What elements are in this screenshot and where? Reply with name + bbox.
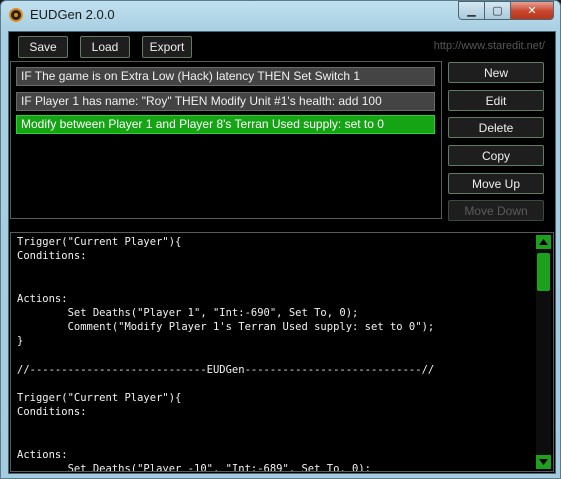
export-button[interactable]: Export	[142, 36, 192, 58]
code-line: Conditions:	[17, 406, 87, 419]
minimize-button[interactable]: ▁	[458, 1, 485, 20]
website-url[interactable]: http://www.staredit.net/	[434, 40, 545, 52]
code-line: Trigger("Current Player"){	[17, 392, 182, 405]
list-item[interactable]: IF The game is on Extra Low (Hack) laten…	[16, 67, 435, 86]
trigger-list[interactable]: IF The game is on Extra Low (Hack) laten…	[10, 61, 442, 219]
code-line: //----------------------------EUDGen----…	[17, 363, 435, 376]
copy-button[interactable]: Copy	[448, 145, 544, 166]
edit-button[interactable]: Edit	[448, 90, 544, 111]
code-line: }	[17, 335, 24, 348]
window-controls: ▁ ▢ ✕	[458, 1, 554, 21]
move-up-button[interactable]: Move Up	[448, 173, 544, 194]
code-line: Set Deaths("Player 1", "Int:-690", Set T…	[17, 306, 359, 319]
arrow-down-icon	[539, 459, 548, 465]
code-line: Set Deaths("Player -10", "Int:-689", Set…	[17, 463, 372, 472]
code-output[interactable]: Trigger("Current Player"){Conditions: Act…	[10, 232, 554, 472]
move-down-button[interactable]: Move Down	[448, 200, 544, 221]
code-line: Trigger("Current Player"){	[17, 236, 182, 248]
scroll-up-button[interactable]	[536, 235, 551, 249]
main-content: Save Load Export http://www.staredit.net…	[8, 31, 556, 474]
scroll-down-button[interactable]	[536, 455, 551, 469]
delete-button[interactable]: Delete	[448, 117, 544, 138]
app-window: EUDGen 2.0.0 ▁ ▢ ✕ Save Load Export http…	[0, 0, 561, 479]
minimize-icon: ▁	[467, 5, 476, 17]
maximize-button[interactable]: ▢	[485, 1, 511, 20]
scroll-thumb[interactable]	[537, 253, 550, 291]
close-button[interactable]: ✕	[511, 1, 554, 20]
code-line: Comment("Modify Player 1's Terran Used s…	[17, 321, 435, 334]
title-bar[interactable]: EUDGen 2.0.0 ▁ ▢ ✕	[1, 1, 560, 29]
new-button[interactable]: New	[448, 62, 544, 83]
load-button[interactable]: Load	[80, 36, 130, 58]
app-logo-icon	[9, 8, 23, 22]
list-item[interactable]: IF Player 1 has name: "Roy" THEN Modify …	[16, 92, 435, 111]
arrow-up-icon	[539, 239, 548, 245]
list-item-selected[interactable]: Modify between Player 1 and Player 8's T…	[16, 115, 435, 134]
maximize-icon: ▢	[492, 5, 503, 17]
code-text[interactable]: Trigger("Current Player"){Conditions: Act…	[17, 235, 527, 472]
save-button[interactable]: Save	[18, 36, 68, 58]
close-icon: ✕	[527, 5, 537, 17]
window-title: EUDGen 2.0.0	[30, 7, 115, 22]
vertical-scrollbar[interactable]	[536, 235, 551, 469]
code-line: Conditions:	[17, 250, 87, 263]
code-line: Actions:	[17, 292, 68, 305]
code-line: Actions:	[17, 448, 68, 461]
